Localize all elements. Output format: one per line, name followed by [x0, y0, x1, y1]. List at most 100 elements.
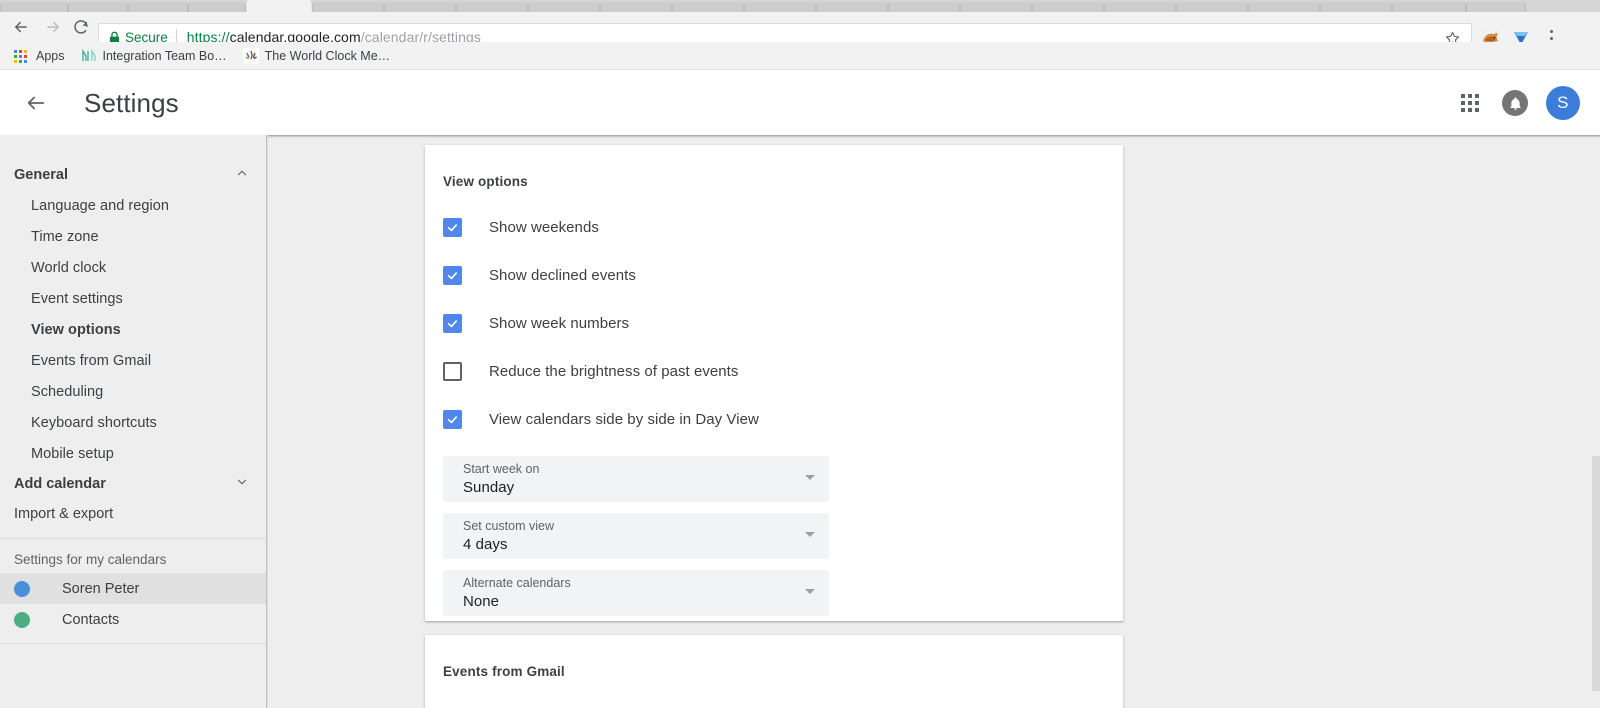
checkbox-checked-icon[interactable]	[443, 313, 462, 333]
browser-tab[interactable]	[1320, 2, 1392, 12]
select-label: Set custom view	[463, 519, 555, 533]
sidebar-item-label: Import & export	[14, 506, 114, 522]
calendar-row-soren-peter[interactable]: Soren Peter	[0, 573, 267, 604]
apps-grid-icon	[14, 48, 30, 64]
calendar-row-contacts[interactable]: Contacts	[0, 604, 267, 635]
select-value: 4 days	[463, 536, 508, 553]
calendar-color-dot	[14, 580, 30, 597]
page-title: Settings	[84, 88, 179, 118]
checkbox-unchecked-icon[interactable]	[443, 361, 462, 381]
sidebar-item-label: Scheduling	[31, 383, 104, 400]
back-to-calendar-button[interactable]	[22, 89, 50, 117]
sidebar-item-event-settings[interactable]: Event settings	[0, 283, 267, 314]
select-label: Alternate calendars	[463, 576, 571, 590]
checkbox-checked-icon[interactable]	[443, 409, 462, 429]
browser-tab[interactable]	[600, 2, 672, 12]
browser-tab[interactable]	[528, 2, 600, 12]
select-set-custom-view[interactable]: Set custom view 4 days	[443, 513, 829, 559]
select-alternate-calendars[interactable]: Alternate calendars None	[443, 570, 829, 616]
header-actions: S	[1450, 71, 1580, 135]
content-top-shadow	[268, 135, 1600, 139]
bookmark-apps[interactable]: Apps	[10, 45, 73, 67]
sidebar-item-events-from-gmail[interactable]: Events from Gmail	[0, 345, 267, 376]
view-options-card: View options Show weekends Show declined…	[425, 145, 1123, 621]
checkbox-row-show-declined-events[interactable]: Show declined events	[443, 261, 1123, 289]
browser-tab[interactable]	[188, 2, 246, 12]
chevron-up-icon	[235, 166, 249, 184]
checkbox-row-show-week-numbers[interactable]: Show week numbers	[443, 309, 1123, 337]
sidebar-item-label: Time zone	[31, 228, 99, 245]
sidebar-item-view-options[interactable]: View options	[0, 314, 267, 345]
sidebar-group-add-calendar[interactable]: Add calendar	[0, 469, 267, 499]
forward-arrow-icon	[42, 16, 64, 38]
calendar-color-dot	[14, 611, 30, 628]
sidebar-item-label: Event settings	[31, 290, 123, 307]
browser-tab[interactable]	[68, 2, 128, 12]
bookmark-label: Integration Team Bo…	[102, 48, 227, 63]
bell-icon[interactable]	[1502, 90, 1528, 116]
browser-tab-active[interactable]	[246, 0, 312, 12]
browser-tab[interactable]	[456, 2, 528, 12]
browser-tab[interactable]	[744, 2, 816, 12]
checkbox-checked-icon[interactable]	[443, 265, 462, 285]
checkbox-row-view-calendars-side-by-side[interactable]: View calendars side by side in Day View	[443, 405, 1123, 433]
checkbox-row-reduce-brightness-of-past-events[interactable]: Reduce the brightness of past events	[443, 357, 1123, 385]
back-arrow-icon[interactable]	[10, 16, 32, 38]
browser-tab[interactable]	[1466, 2, 1526, 12]
chevron-down-icon[interactable]	[805, 589, 815, 594]
sidebar-item-world-clock[interactable]: World clock	[0, 252, 267, 283]
checkbox-label: Reduce the brightness of past events	[489, 362, 739, 380]
browser-tab-strip[interactable]	[0, 0, 1600, 12]
browser-tab[interactable]	[816, 2, 888, 12]
browser-tab[interactable]	[672, 2, 744, 12]
checkbox-label: View calendars side by side in Day View	[489, 410, 759, 428]
checkbox-label: Show declined events	[489, 266, 636, 284]
app-body: General Language and region Time zone Wo…	[0, 135, 1600, 708]
bookmark-integration-team-board[interactable]: Integration Team Bo…	[77, 45, 235, 67]
apps-launcher-icon[interactable]	[1450, 83, 1490, 123]
bookmark-label: The World Clock Me…	[264, 48, 391, 63]
sidebar-item-mobile-setup[interactable]: Mobile setup	[0, 438, 267, 469]
settings-content-pane: View options Show weekends Show declined…	[268, 135, 1600, 708]
browser-tab[interactable]	[0, 2, 68, 12]
select-start-week-on[interactable]: Start week on Sunday	[443, 456, 829, 502]
checkbox-row-show-weekends[interactable]: Show weekends	[443, 213, 1123, 241]
view-options-selects: Start week on Sunday Set custom view 4 d…	[425, 456, 1123, 616]
browser-toolbar: Secure https://calendar.google.com/calen…	[0, 12, 1600, 51]
sidebar-item-keyboard-shortcuts[interactable]: Keyboard shortcuts	[0, 407, 267, 438]
browser-tab[interactable]	[960, 2, 1032, 12]
sidebar-item-time-zone[interactable]: Time zone	[0, 221, 267, 252]
select-label: Start week on	[463, 462, 540, 476]
checkbox-label: Show week numbers	[489, 314, 630, 332]
browser-tab[interactable]	[1032, 2, 1104, 12]
sidebar-item-label: Keyboard shortcuts	[31, 414, 157, 431]
sidebar-item-language-and-region[interactable]: Language and region	[0, 190, 267, 221]
sidebar-item-scheduling[interactable]: Scheduling	[0, 376, 267, 407]
bookmarks-bar: Apps Integration Team Bo… The World Cloc…	[0, 42, 1600, 70]
my-calendars-heading: Settings for my calendars	[14, 552, 167, 567]
browser-tab[interactable]	[128, 2, 188, 12]
avatar[interactable]: S	[1546, 86, 1580, 120]
browser-tab[interactable]	[1248, 2, 1320, 12]
browser-tab[interactable]	[1392, 2, 1466, 12]
sidebar-item-import-export[interactable]: Import & export	[0, 499, 267, 529]
browser-tab[interactable]	[312, 2, 384, 12]
reload-icon[interactable]	[70, 16, 92, 38]
checkbox-checked-icon[interactable]	[443, 217, 462, 237]
browser-tab[interactable]	[384, 2, 456, 12]
content-scrollbar[interactable]	[1592, 456, 1600, 691]
bookmark-world-clock-meeting[interactable]: The World Clock Me…	[239, 45, 399, 67]
browser-tab[interactable]	[888, 2, 960, 12]
calendar-label: Soren Peter	[62, 580, 140, 597]
sidebar-item-label: View options	[31, 321, 121, 338]
chevron-down-icon[interactable]	[805, 475, 815, 480]
select-value: None	[463, 593, 500, 610]
sidebar-group-label: Add calendar	[14, 476, 106, 492]
chevron-down-icon[interactable]	[805, 532, 815, 537]
sidebar-group-general[interactable]: General	[0, 160, 267, 190]
select-value: Sunday	[463, 479, 515, 496]
browser-tab[interactable]	[1104, 2, 1176, 12]
miro-favicon	[81, 48, 97, 64]
sidebar-item-label: Mobile setup	[31, 445, 114, 462]
browser-tab[interactable]	[1176, 2, 1248, 12]
